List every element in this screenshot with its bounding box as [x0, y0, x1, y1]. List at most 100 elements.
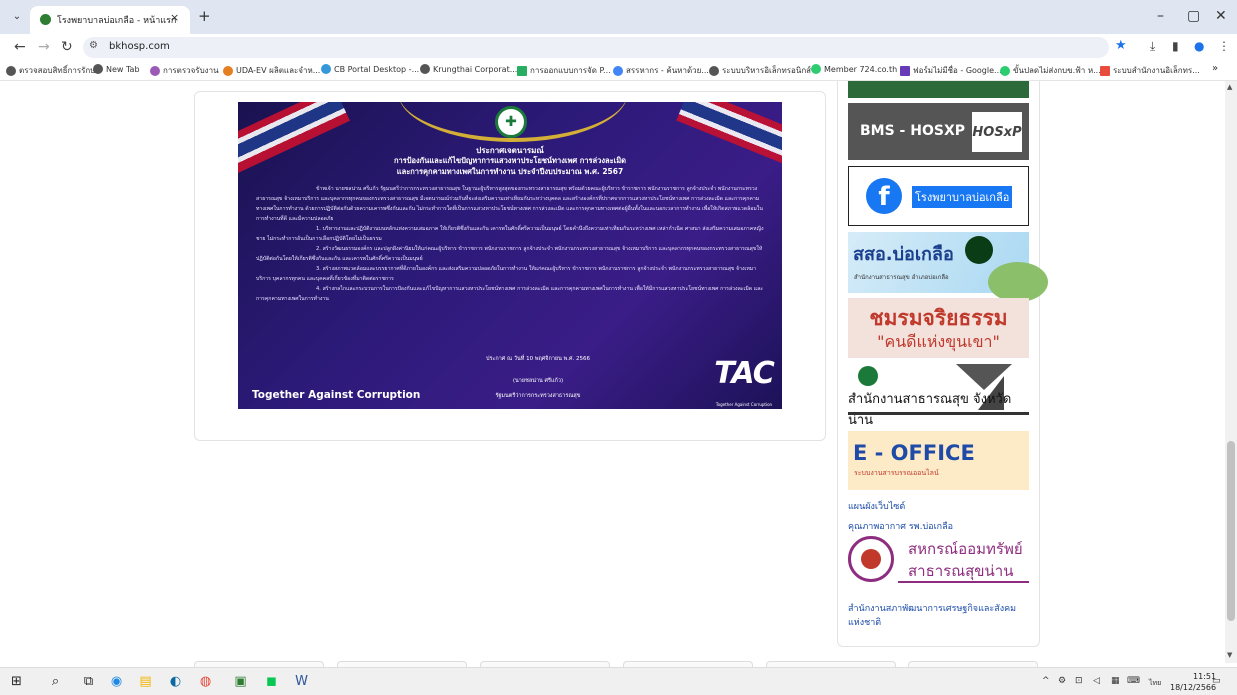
network-icon[interactable]: ⊡: [1075, 676, 1083, 686]
bookmark-item[interactable]: ฟอร์มไม่มีชื่อ - Google...: [900, 64, 1002, 77]
bookmark-star-icon[interactable]: ★: [1115, 38, 1127, 53]
reload-icon[interactable]: ↻: [61, 39, 73, 55]
system-clock[interactable]: 11:51 18/12/2566: [1170, 671, 1216, 693]
word-icon[interactable]: W: [293, 673, 310, 690]
sso-title: สสอ.บ่อเกลือ: [853, 244, 954, 265]
sidebar-banner-top[interactable]: [848, 81, 1029, 98]
new-tab-button[interactable]: +: [198, 8, 211, 24]
coop-title-line2: สาธารณสุขน่าน: [908, 562, 1014, 580]
sso-arc-decoration: [988, 262, 1048, 302]
eoffice-banner[interactable]: E - OFFICE ระบบงานสารบรรณออนไลน์: [848, 431, 1029, 490]
facebook-banner[interactable]: f โรงพยาบาลบ่อเกลือ: [848, 166, 1029, 226]
moph-emblem-icon: ✚: [495, 106, 527, 138]
bms-hosxp-banner[interactable]: BMS - HOSXP HOSxP: [848, 103, 1029, 160]
profile-avatar-icon[interactable]: ●: [1194, 39, 1204, 53]
bookmark-item[interactable]: Krungthai Corporat...: [420, 64, 517, 74]
eoffice-title: E - OFFICE: [853, 441, 975, 465]
language-indicator[interactable]: ไทย: [1149, 678, 1161, 689]
hosxp-logo: HOSxP: [972, 112, 1022, 152]
url-text[interactable]: bkhosp.com: [109, 41, 170, 52]
bookmark-item[interactable]: New Tab: [93, 64, 140, 74]
ethics-club-slogan: "คนดีแห่งขุนเขา": [877, 332, 1000, 351]
site-favicon-icon: [40, 14, 51, 25]
tab-active[interactable]: โรงพยาบาลบ่อเกลือ - หน้าแรก ×: [30, 6, 190, 34]
page-scrollbar[interactable]: ▲ ▼: [1225, 81, 1237, 663]
scrollbar-thumb[interactable]: [1227, 441, 1235, 621]
close-window-button[interactable]: ✕: [1215, 8, 1227, 24]
sso-bokluea-banner[interactable]: สสอ.บ่อเกลือ สำนักงานสาธารณสุข อำเภอบ่อเ…: [848, 232, 1048, 302]
task-view-icon[interactable]: ⧉: [80, 673, 97, 690]
forward-icon[interactable]: →: [38, 39, 50, 55]
banner-paragraph: 2. สร้างวัฒนธรรมองค์กร และปลูกฝังค่านิยม…: [256, 246, 763, 262]
coop-logo-icon: [848, 536, 894, 582]
right-sidebar: BMS - HOSXP HOSxP f โรงพยาบาลบ่อเกลือ สส…: [837, 81, 1048, 647]
scroll-up-icon[interactable]: ▲: [1227, 83, 1232, 91]
bookmarks-bar: ตรวจสอบสิทธิ์การรักษา New Tab การตรวจรับ…: [0, 61, 1237, 81]
bookmark-item[interactable]: ระบบบริหารอิเล็กทรอนิกส์: [709, 64, 811, 77]
nesdc-link[interactable]: สำนักงานสภาพัฒนาการเศรษฐกิจและสังคม แห่ง…: [848, 602, 1033, 630]
bookmark-item[interactable]: CB Portal Desktop -...: [321, 64, 419, 74]
ethics-club-banner[interactable]: ชมรมจริยธรรม "คนดีแห่งขุนเขา": [848, 298, 1029, 358]
banner-body: ข้าพเจ้า นายชลน่าน ศรีแก้ว รัฐมนตรีว่ากา…: [256, 184, 764, 304]
site-info-icon[interactable]: ⚙: [89, 40, 98, 51]
download-icon[interactable]: ⤓: [1150, 39, 1155, 54]
tab-search-dropdown-icon[interactable]: ⌄: [8, 8, 26, 26]
bookmarks-more-icon[interactable]: »: [1212, 63, 1218, 74]
tray-app-icon[interactable]: ⚙: [1058, 676, 1066, 686]
address-toolbar: ← → ↻ ⚙ bkhosp.com ★ ⤓ ▮ ● ⋮: [0, 34, 1237, 61]
banner-paragraph: 3. สร้างสภาพแวดล้อมและบรรยากาศที่ดีภายใน…: [256, 266, 757, 282]
sso-subtitle: สำนักงานสาธารณสุข อำเภอบ่อเกลือ: [854, 274, 949, 281]
savings-coop-banner[interactable]: สหกรณ์ออมทรัพย์ สาธารณสุขน่าน: [848, 533, 1029, 590]
browser-icon[interactable]: ◐: [167, 673, 184, 690]
notifications-icon[interactable]: ▭: [1212, 676, 1221, 686]
search-icon[interactable]: ⌕: [47, 673, 64, 690]
page-viewport: ✚ ประกาศเจตนารมณ์ การป้องกันและแก้ไขปัญห…: [0, 81, 1225, 663]
menu-kebab-icon[interactable]: ⋮: [1218, 39, 1230, 53]
pho-underline: [848, 412, 1029, 415]
volume-icon[interactable]: ◁: [1093, 676, 1100, 686]
tray-overflow-icon[interactable]: ^: [1042, 676, 1050, 686]
provincial-health-office-banner[interactable]: สำนักงานสาธารณสุข จังหวัดน่าน: [848, 364, 1029, 428]
bookmark-item[interactable]: ระบบสำนักงานอิเล็กทร...: [1100, 64, 1200, 77]
tab-title: โรงพยาบาลบ่อเกลือ - หน้าแรก: [57, 16, 177, 26]
bookmark-item[interactable]: ขั้นปลดไม่ส่งกบข.ฟ้า ห...: [1000, 64, 1101, 77]
bookmark-item[interactable]: UDA-EV ผลิตและจำห...: [223, 64, 320, 77]
announcement-banner[interactable]: ✚ ประกาศเจตนารมณ์ การป้องกันและแก้ไขปัญห…: [238, 102, 782, 409]
bookmark-item[interactable]: การออกแบบการจัด P...: [517, 64, 611, 77]
banner-date: ประกาศ ณ วันที่ 10 พฤศจิกายน พ.ศ. 2566: [485, 356, 591, 362]
file-explorer-icon[interactable]: ▤: [137, 673, 154, 690]
address-bar[interactable]: ⚙ bkhosp.com: [83, 37, 1109, 58]
back-icon[interactable]: ←: [14, 39, 26, 55]
edge-icon[interactable]: ◉: [108, 673, 125, 690]
bookmark-item[interactable]: Member 724.co.th: [811, 64, 897, 74]
banner-heading-3: และการคุกคามทางเพศในการทำงาน ประจำปีงบปร…: [396, 167, 624, 176]
windows-taskbar: ⊞ ⌕ ⧉ ◉ ▤ ◐ ◍ ▣ ◼ W ^ ⚙ ⊡ ◁ ▦ ⌨ ไทย 11:5…: [0, 667, 1237, 695]
clock-time: 11:51: [1193, 672, 1217, 681]
line-app-icon[interactable]: ◼: [263, 673, 280, 690]
windows-start-icon[interactable]: ⊞: [8, 673, 25, 690]
coop-underline: [898, 581, 1029, 583]
keyboard-icon[interactable]: ⌨: [1127, 676, 1140, 686]
bookmark-item[interactable]: สรรหากร - ค้นหาด้วย...: [613, 64, 709, 77]
minimize-button[interactable]: –: [1157, 8, 1164, 24]
pho-logo-icon: [858, 366, 878, 386]
tray-app-icon[interactable]: ▦: [1111, 676, 1120, 686]
photos-icon[interactable]: ▣: [232, 673, 249, 690]
coop-title-line1: สหกรณ์ออมทรัพย์: [908, 540, 1023, 558]
pho-title: สำนักงานสาธารณสุข จังหวัดน่าน: [848, 392, 1012, 428]
sitemap-link[interactable]: แผนผังเว็บไซต์: [848, 499, 905, 513]
chrome-icon[interactable]: ◍: [197, 673, 214, 690]
banner-slogan: Together Against Corruption: [252, 389, 421, 401]
scroll-down-icon[interactable]: ▼: [1227, 651, 1232, 659]
bookmark-item[interactable]: การตรวจรับงาน: [150, 64, 219, 77]
tab-close-icon[interactable]: ×: [170, 11, 179, 24]
banner-paragraph: 1. บริหารงานและปฏิบัติงานบนหลักแห่งความเ…: [256, 226, 764, 242]
sidepanel-icon[interactable]: ▮: [1172, 39, 1179, 53]
banner-signature: (นายชลน่าน ศรีแก้ว): [512, 378, 564, 384]
air-quality-link[interactable]: คุณภาพอากาศ รพ.บ่อเกลือ: [848, 519, 953, 533]
banner-position: รัฐมนตรีว่าการกระทรวงสาธารณสุข: [495, 393, 581, 399]
banner-paragraph: ข้าพเจ้า นายชลน่าน ศรีแก้ว รัฐมนตรีว่ากา…: [256, 186, 763, 222]
maximize-button[interactable]: ▢: [1187, 8, 1200, 24]
bookmark-item[interactable]: ตรวจสอบสิทธิ์การรักษา: [6, 64, 100, 77]
clock-date: 18/12/2566: [1170, 683, 1217, 692]
